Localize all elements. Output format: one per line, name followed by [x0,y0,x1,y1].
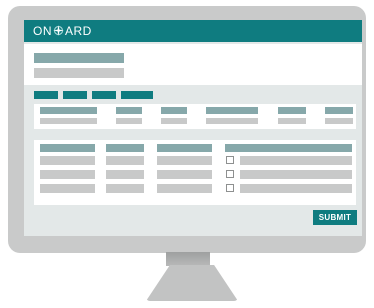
screen: ON ARD SUBMIT [24,20,362,236]
table-header-cell [40,107,97,114]
table-cell [161,118,187,124]
tab-1[interactable] [34,91,58,99]
table-header-cell [206,107,258,114]
brand-text-start: ON [33,24,52,38]
tab-3[interactable] [92,91,116,99]
checkbox[interactable] [226,170,234,178]
page-subtitle-placeholder [34,68,124,78]
tab-2[interactable] [63,91,87,99]
form-field[interactable] [157,156,212,165]
table-cell [206,118,258,124]
app-logo: ON ARD [33,23,92,39]
form-field[interactable] [40,170,95,179]
table-cell [116,118,142,124]
form-field[interactable] [106,184,144,193]
checklist-header [225,144,352,152]
checklist-item [240,156,352,165]
form-field[interactable] [106,170,144,179]
page-title-placeholder [34,53,124,63]
table-header-cell [325,107,353,114]
summary-table [34,104,356,129]
form-column-header [157,144,212,152]
checklist-item [240,170,352,179]
form-field[interactable] [157,170,212,179]
form-card [34,140,356,205]
page-header-card [24,44,362,85]
tab-4[interactable] [121,91,153,99]
table-header-cell [116,107,142,114]
table-cell [40,118,97,124]
form-field[interactable] [157,184,212,193]
app-header-bar: ON ARD [24,20,362,42]
compass-icon [53,24,64,36]
table-cell [325,118,353,124]
monitor-neck [166,252,210,266]
form-field[interactable] [106,156,144,165]
table-cell [278,118,306,124]
submit-button[interactable]: SUBMIT [313,210,357,225]
brand-text-end: ARD [65,24,92,38]
checkbox[interactable] [226,184,234,192]
form-column-header [106,144,144,152]
monitor-stand-base [146,265,238,301]
checklist-item [240,184,352,193]
table-header-cell [278,107,306,114]
form-field[interactable] [40,184,95,193]
table-header-cell [161,107,187,114]
form-field[interactable] [40,156,95,165]
checkbox[interactable] [226,156,234,164]
form-column-header [40,144,95,152]
